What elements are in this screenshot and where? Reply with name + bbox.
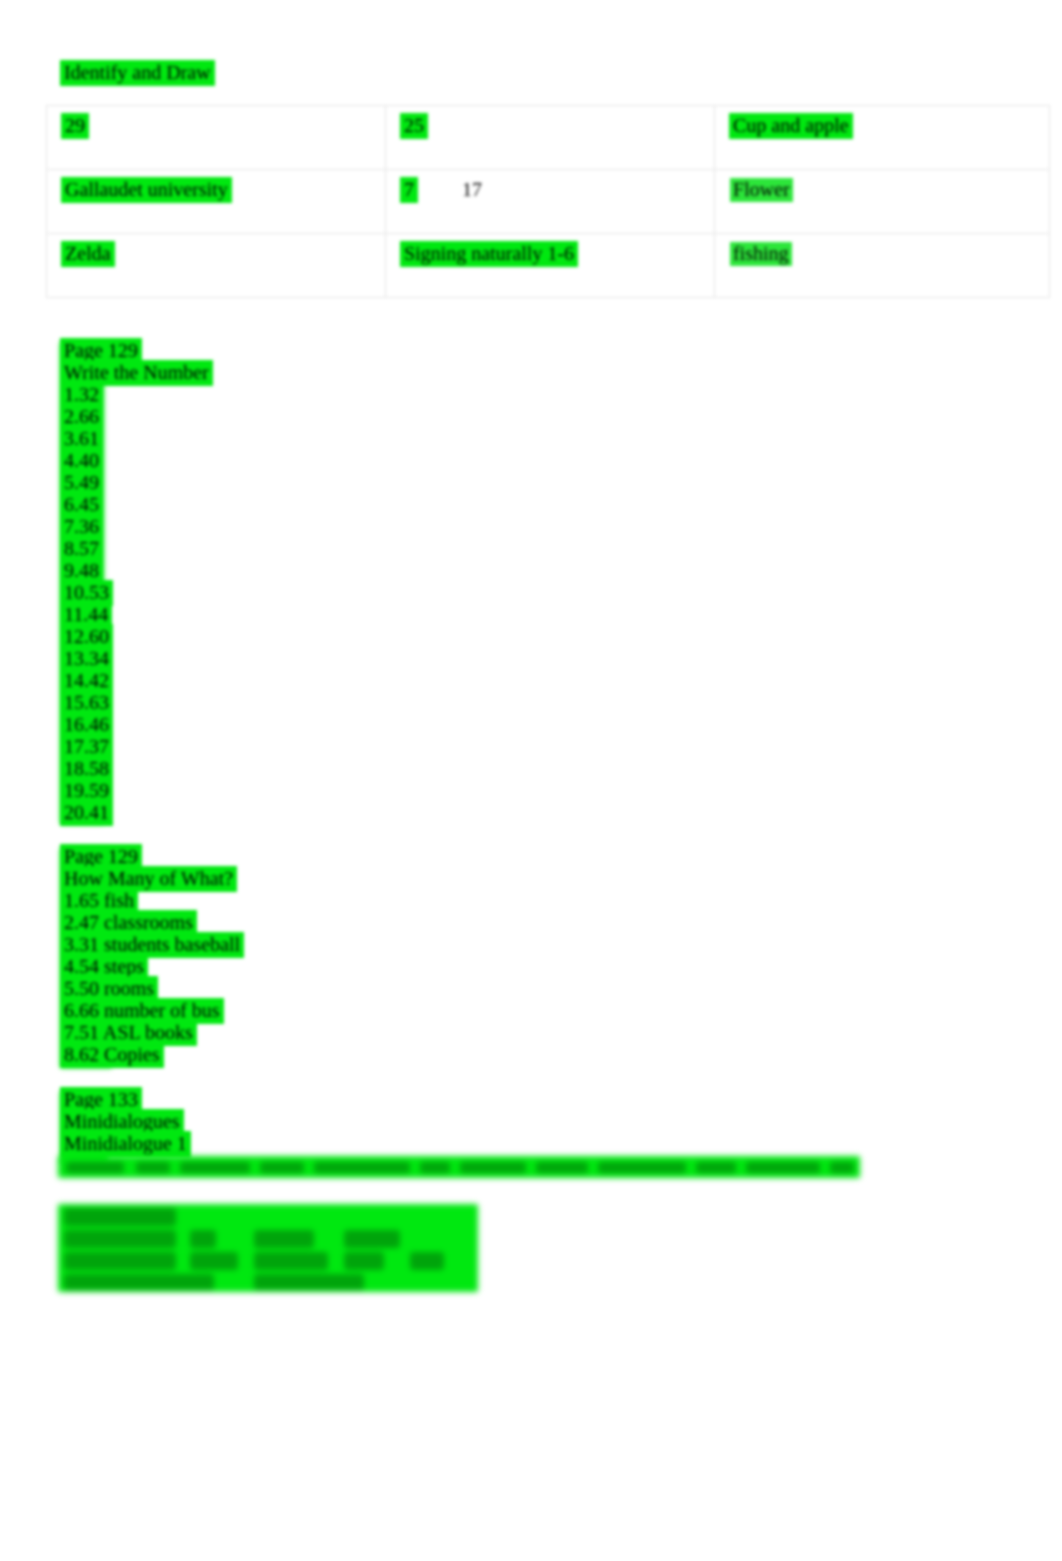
list-item: 4.40 bbox=[62, 450, 101, 472]
cell-value: Gallaudet university bbox=[63, 179, 230, 201]
how-many-of-what-section: Page 129 How Many of What? 1.65 fish 2.4… bbox=[62, 846, 243, 1066]
table-row: 29 25 Cup and apple bbox=[46, 105, 1050, 170]
list-item: 18.58 bbox=[62, 758, 111, 780]
list-item: 8.62 Copies bbox=[62, 1044, 162, 1066]
list-item: 1.32 bbox=[62, 384, 101, 406]
list-item: 5.49 bbox=[62, 472, 101, 494]
list-item: 1.65 fish bbox=[62, 890, 136, 912]
list-item: 19.59 bbox=[62, 780, 111, 802]
write-the-number-section: Page 129 Write the Number 1.32 2.66 3.61… bbox=[62, 340, 211, 824]
list-item: 5.50 rooms bbox=[62, 978, 156, 1000]
how-many-of-what-page-label: Page 129 bbox=[62, 846, 140, 868]
list-item: 2.47 classrooms bbox=[62, 912, 195, 934]
list-item: 4.54 steps bbox=[62, 956, 146, 978]
minidialogues-heading: Minidialogues bbox=[62, 1111, 182, 1133]
table-cell-r1c2: 25 bbox=[385, 105, 715, 170]
list-item: 12.60 bbox=[62, 626, 111, 648]
write-the-number-heading: Write the Number bbox=[62, 362, 211, 384]
list-item: 6.66 number of bus bbox=[62, 1000, 222, 1022]
minidialogues-section: Page 133 Minidialogues Minidialogue 1 bbox=[62, 1089, 189, 1155]
table-cell-r1c1: 29 bbox=[46, 105, 386, 170]
cell-value: Cup and apple bbox=[731, 115, 851, 137]
list-item: 6.45 bbox=[62, 494, 101, 516]
cell-value: 25 bbox=[402, 115, 426, 137]
list-item: 3.61 bbox=[62, 428, 101, 450]
cell-value: fishing bbox=[731, 243, 791, 265]
list-item: 2.66 bbox=[62, 406, 101, 428]
obscured-highlighted-block bbox=[58, 1204, 478, 1292]
list-item: 20.41 bbox=[62, 802, 111, 824]
document-page: Identify and Draw 29 25 Cup and apple Ga… bbox=[0, 0, 1062, 1561]
cell-value: Flower bbox=[731, 179, 792, 201]
list-item: 13.34 bbox=[62, 648, 111, 670]
page-title: Identify and Draw bbox=[62, 61, 213, 85]
list-item: 3.31 students baseball bbox=[62, 934, 243, 956]
list-item: 14.42 bbox=[62, 670, 111, 692]
table-cell-r3c2: Signing naturally 1-6 bbox=[385, 233, 715, 298]
minidialogues-page-label: Page 133 bbox=[62, 1089, 140, 1111]
list-item: 17.37 bbox=[62, 736, 111, 758]
cell-value: Signing naturally 1-6 bbox=[402, 243, 576, 265]
list-item: 11.44 bbox=[62, 604, 111, 626]
list-item: 8.57 bbox=[62, 538, 101, 560]
table-row: Zelda Signing naturally 1-6 fishing bbox=[46, 233, 1050, 298]
cell-value: Zelda bbox=[63, 243, 113, 265]
list-item: 7.36 bbox=[62, 516, 101, 538]
table-cell-r2c3: Flower bbox=[714, 169, 1050, 234]
table-row: Gallaudet university 7 17 Flower bbox=[46, 169, 1050, 234]
table-cell-r1c3: Cup and apple bbox=[714, 105, 1050, 170]
list-item: 7.51 ASL books bbox=[62, 1022, 195, 1044]
list-item: 10.53 bbox=[62, 582, 111, 604]
table-cell-r2c2: 7 17 bbox=[385, 169, 715, 234]
obscured-highlighted-line bbox=[58, 1156, 860, 1178]
cell-value: 7 bbox=[402, 179, 416, 201]
minidialogue-1-subheading: Minidialogue 1 bbox=[62, 1133, 189, 1155]
write-the-number-page-label: Page 129 bbox=[62, 340, 140, 362]
how-many-of-what-heading: How Many of What? bbox=[62, 868, 236, 890]
table-cell-r3c3: fishing bbox=[714, 233, 1050, 298]
cell-value-secondary: 17 bbox=[462, 179, 482, 201]
table-cell-r2c1: Gallaudet university bbox=[46, 169, 386, 234]
identify-and-draw-table: 29 25 Cup and apple Gallaudet university… bbox=[46, 105, 1050, 298]
list-item: 9.48 bbox=[62, 560, 101, 582]
cell-value: 29 bbox=[63, 115, 87, 137]
list-item: 16.46 bbox=[62, 714, 111, 736]
table-cell-r3c1: Zelda bbox=[46, 233, 386, 298]
list-item: 15.63 bbox=[62, 692, 111, 714]
page-title-text: Identify and Draw bbox=[62, 62, 213, 84]
